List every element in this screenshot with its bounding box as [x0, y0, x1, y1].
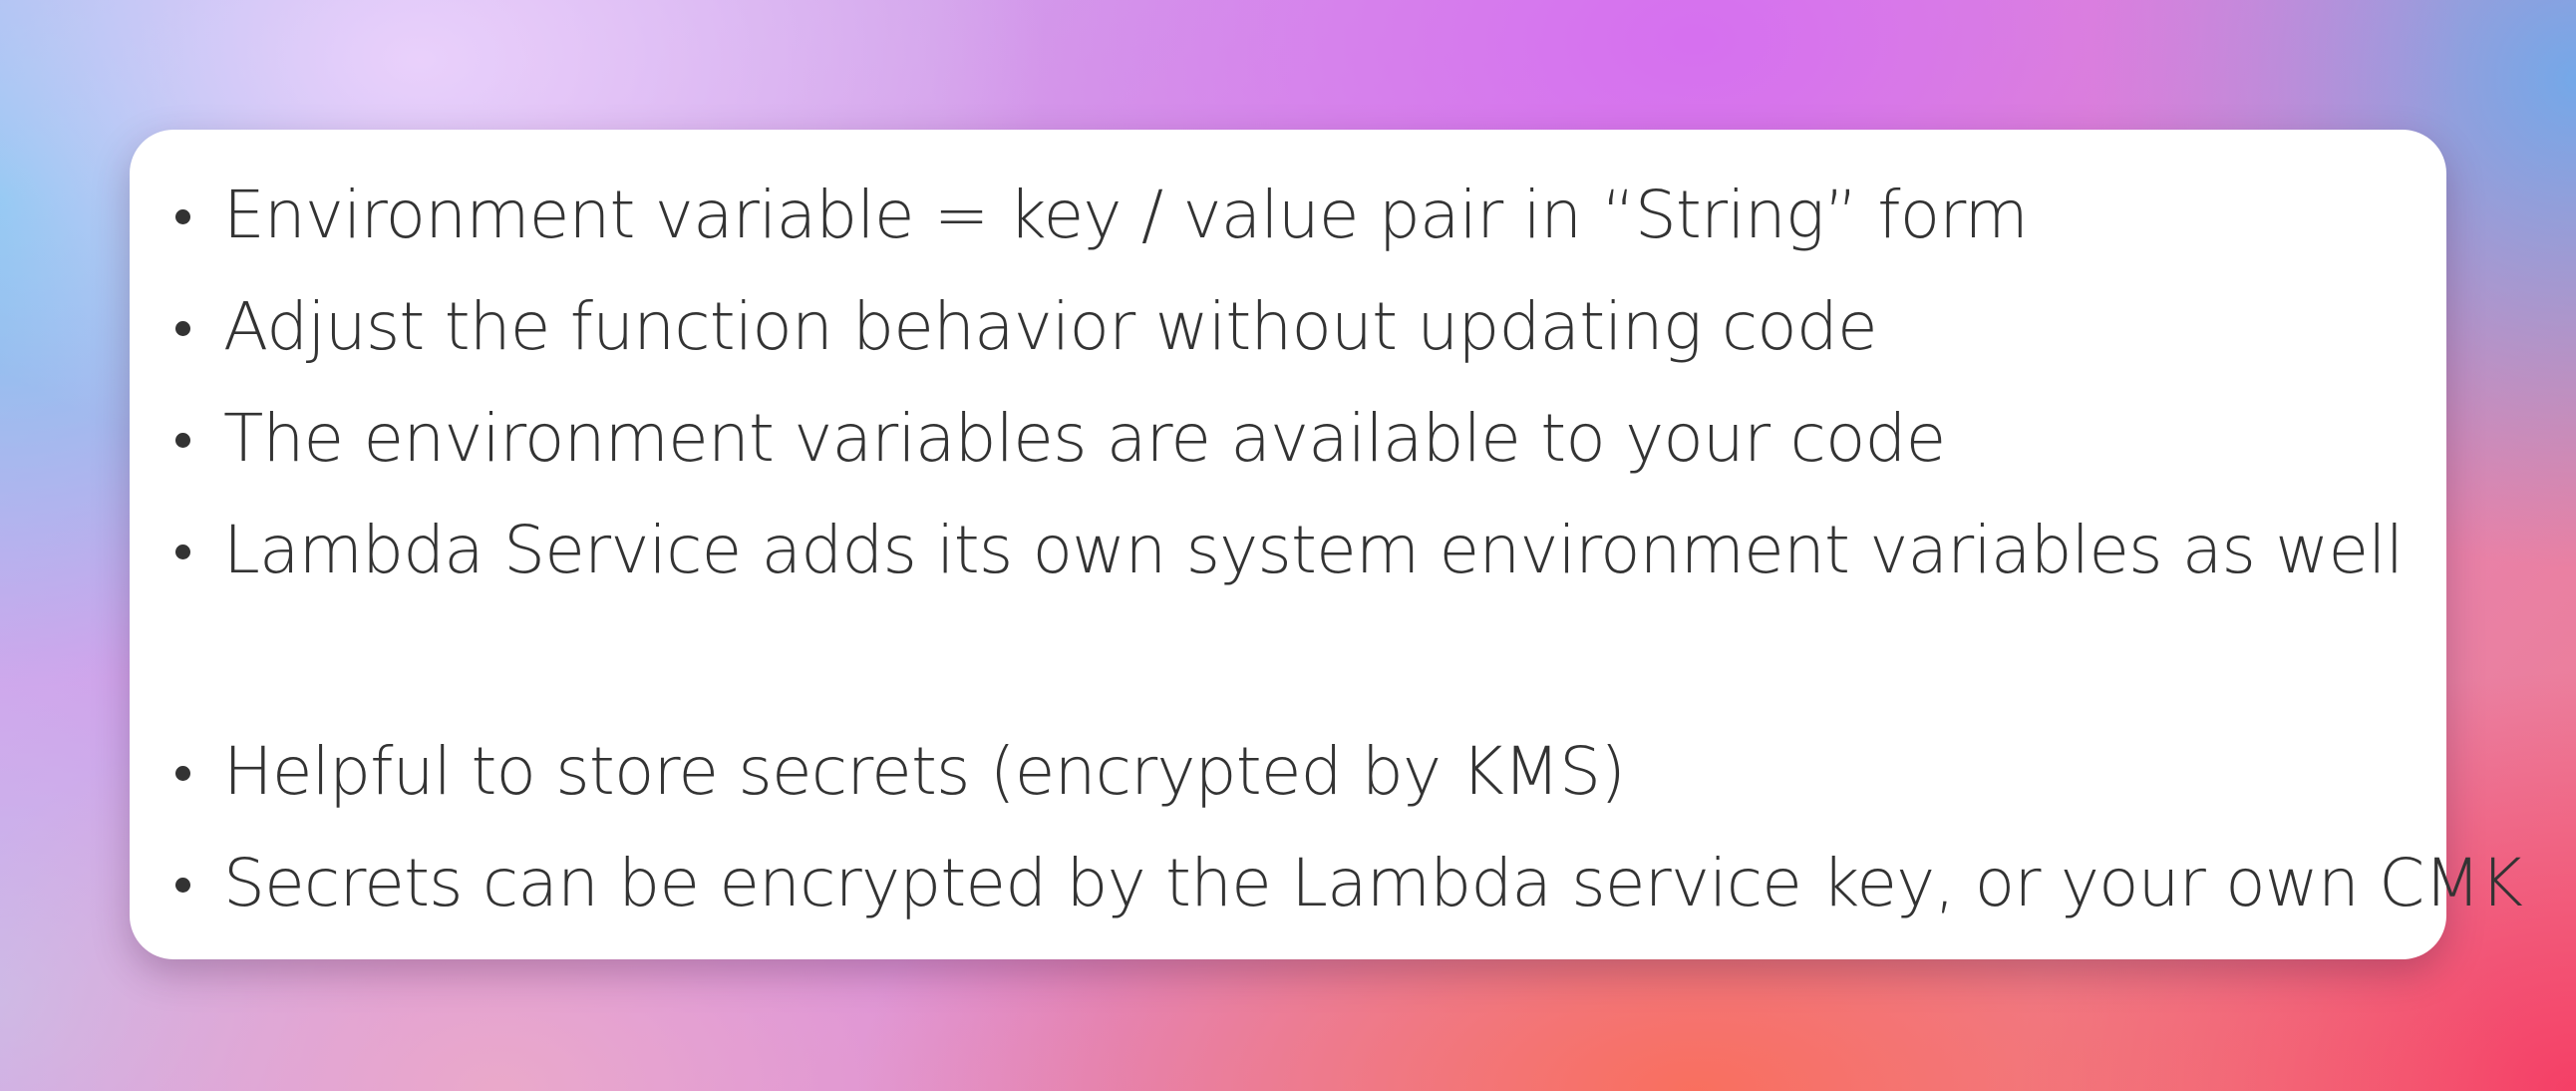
bullet-text: Adjust the function behavior without upd…	[223, 288, 1878, 365]
bullet-item: Secrets can be encrypted by the Lambda s…	[130, 828, 2523, 939]
bullet-item: Helpful to store secrets (encrypted by K…	[130, 716, 2446, 828]
bullet-dot-icon	[175, 433, 190, 448]
bullet-text: Helpful to store secrets (encrypted by K…	[223, 733, 1626, 810]
bullet-list: Environment variable = key / value pair …	[130, 160, 2523, 939]
bullet-text: Lambda Service adds its own system envir…	[223, 512, 2404, 588]
bullet-dot-icon	[175, 321, 190, 336]
bullet-text: Environment variable = key / value pair …	[223, 177, 2029, 253]
bullet-dot-icon	[175, 766, 190, 781]
bullet-item: Adjust the function behavior without upd…	[130, 271, 2446, 383]
bullet-dot-icon	[175, 209, 190, 224]
bullet-dot-icon	[175, 878, 190, 893]
bullet-item: The environment variables are available …	[130, 383, 2446, 495]
bullet-text: The environment variables are available …	[223, 400, 1946, 477]
bullet-dot-icon	[175, 545, 190, 559]
slide-card: Environment variable = key / value pair …	[130, 130, 2523, 959]
bullet-item: Environment variable = key / value pair …	[130, 160, 2446, 271]
bullet-item: Lambda Service adds its own system envir…	[130, 495, 2446, 606]
bullet-text: Secrets can be encrypted by the Lambda s…	[223, 845, 2523, 921]
